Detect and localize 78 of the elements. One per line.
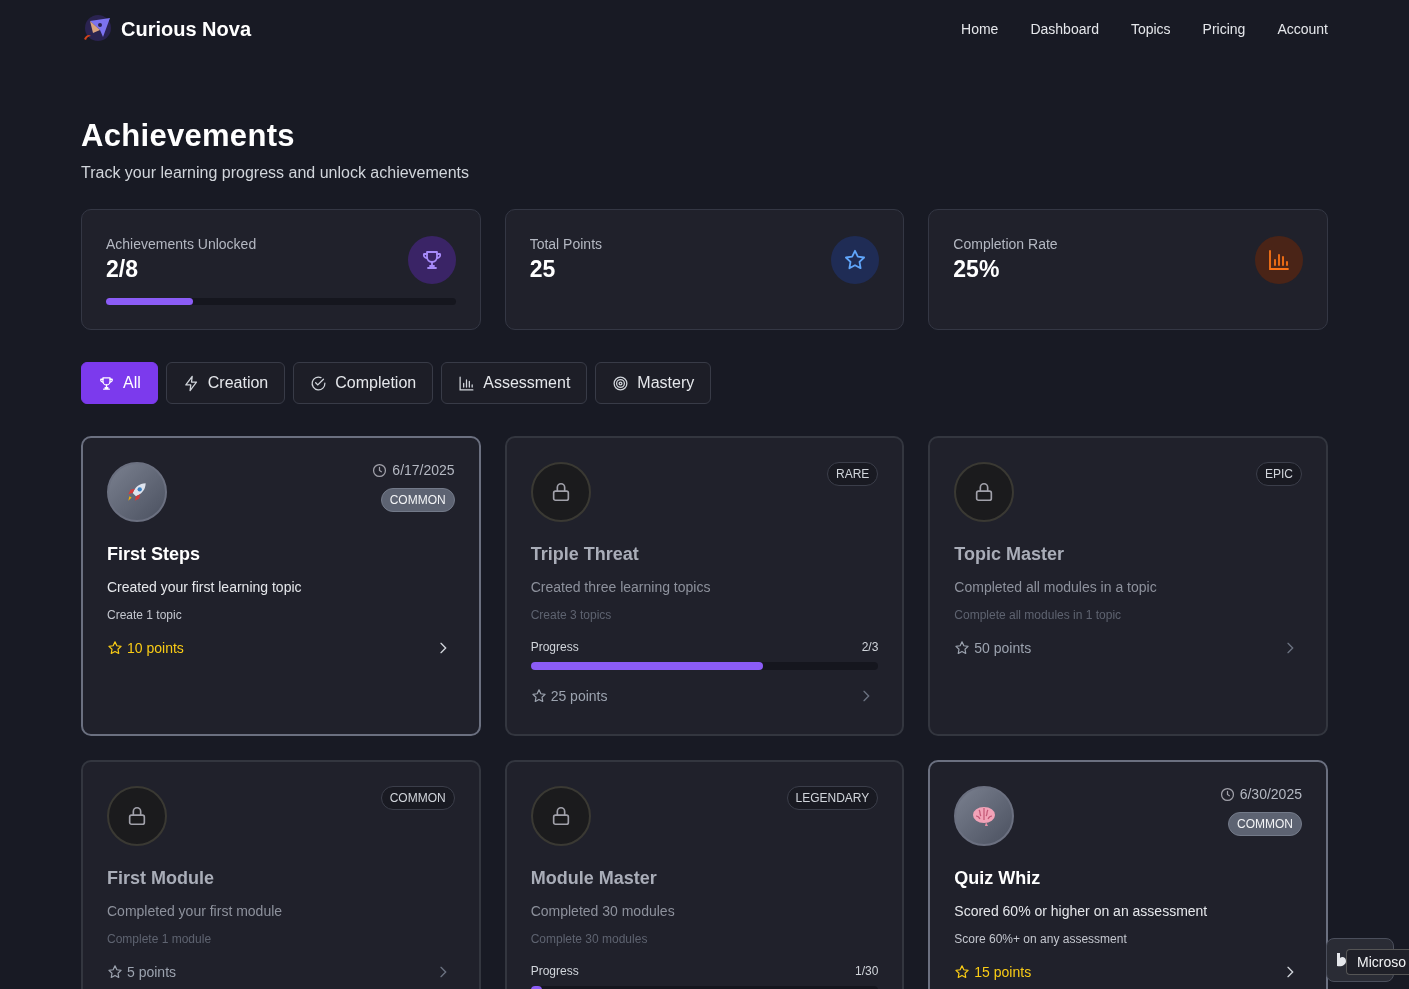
achievement-requirement: Complete 1 module: [107, 932, 213, 946]
achievement-requirement: Create 3 topics: [530, 608, 613, 622]
stat-value: 2/8: [106, 256, 139, 283]
achievement-description: Created your first learning topic: [107, 579, 303, 595]
logo-icon: [1335, 953, 1347, 967]
nav-link[interactable]: Topics: [1130, 21, 1171, 37]
filter-tab[interactable]: All: [81, 362, 158, 404]
achievement-title: First Module: [107, 868, 215, 889]
nav-link[interactable]: Pricing: [1202, 21, 1246, 37]
stat-value: 25: [529, 256, 557, 283]
nav-link[interactable]: Account: [1277, 21, 1328, 37]
achievement-description: Completed your first module: [107, 903, 284, 919]
bolt-icon: [182, 374, 200, 392]
achievement-card[interactable]: 6/30/2025 COMMON Quiz Whiz Scored 60% or higher on an assessment Score 60%+ on any assessment 15 points: [928, 760, 1328, 989]
achievement-title: First Steps: [107, 544, 202, 565]
check-icon: [310, 374, 328, 392]
rarity-badge: RARE: [827, 462, 879, 486]
lock-icon: [126, 805, 148, 827]
page-title: Achievements: [81, 118, 296, 154]
rarity-badge: EPIC: [1255, 462, 1302, 486]
filter-tab[interactable]: Completion: [293, 362, 434, 404]
target-icon: [612, 374, 630, 392]
trophy-icon: [98, 374, 115, 392]
achievement-title: Quiz Whiz: [954, 868, 1042, 889]
progress-reading: 2/3: [861, 640, 879, 654]
brain-icon: [971, 805, 998, 827]
achievement-description: Completed all modules in a topic: [954, 579, 1158, 595]
points-value: 15 points: [974, 964, 1032, 980]
achievement-requirement: Score 60%+ on any assessment: [954, 932, 1128, 946]
points-value: 5 points: [127, 964, 177, 980]
stat-label: Total Points: [529, 236, 603, 252]
tooltip: Microso: [1346, 949, 1409, 975]
unlock-date: 6/17/2025: [392, 462, 455, 478]
clock-icon: [372, 462, 388, 478]
star-icon: [843, 248, 868, 272]
achievement-card[interactable]: 6/17/2025 COMMON First Steps Created your first learning topic Create 1 topic 10 points: [81, 436, 481, 736]
achievement-card[interactable]: RARE Triple Threat Created three learning topics Create 3 topics Progress 2/3 25 points: [504, 436, 905, 736]
achievement-description: Created three learning topics: [530, 579, 712, 595]
chart-icon: [458, 374, 476, 392]
unlock-date: 6/30/2025: [1239, 786, 1302, 802]
filter-tab[interactable]: Creation: [165, 362, 286, 404]
clock-icon: [1219, 786, 1235, 802]
progress-label: Progress: [530, 640, 579, 654]
progress-label: Progress: [530, 964, 579, 978]
achievement-card[interactable]: EPIC Topic Master Completed all modules in a topic Complete all modules in 1 topic 50 points: [928, 436, 1328, 736]
star-icon: [107, 964, 123, 980]
achievement-title: Triple Threat: [530, 544, 640, 565]
star-icon: [954, 640, 971, 656]
points-value: 25 points: [550, 688, 608, 704]
points-value: 10 points: [127, 640, 184, 656]
achievement-requirement: Create 1 topic: [107, 608, 183, 622]
nav-link[interactable]: Home: [961, 21, 999, 37]
page-subtitle: Track your learning progress and unlock achievements: [81, 164, 471, 182]
stat-label: Achievements Unlocked: [106, 236, 257, 252]
achievement-title: Topic Master: [954, 544, 1065, 565]
filter-tab[interactable]: Mastery: [595, 362, 712, 404]
points-value: 50 points: [974, 640, 1032, 656]
achievement-description: Completed 30 modules: [530, 903, 676, 919]
rarity-badge: COMMON: [1228, 812, 1302, 836]
rarity-badge: COMMON: [380, 488, 455, 512]
achievement-card[interactable]: COMMON First Module Completed your first module Complete 1 module 5 points: [81, 760, 481, 989]
rarity-badge: LEGENDARY: [786, 786, 879, 810]
rarity-badge: COMMON: [380, 786, 455, 810]
stat-label: Completion Rate: [953, 236, 1058, 252]
filter-tab[interactable]: Assessment: [441, 362, 588, 404]
star-icon: [107, 640, 123, 656]
achievement-card[interactable]: LEGENDARY Module Master Completed 30 modules Complete 30 modules Progress 1/30: [504, 760, 905, 989]
chart-icon: [1267, 248, 1291, 272]
achievement-requirement: Complete 30 modules: [530, 932, 649, 946]
achievement-title: Module Master: [530, 868, 658, 889]
nav-link[interactable]: Dashboard: [1030, 21, 1099, 37]
achievement-description: Scored 60% or higher on an assessment: [954, 903, 1209, 919]
progress-reading: 1/30: [854, 964, 879, 978]
achievement-requirement: Complete all modules in 1 topic: [954, 608, 1123, 622]
brand-name[interactable]: Curious Nova: [121, 17, 252, 41]
star-icon: [954, 964, 971, 980]
stat-value: 25%: [953, 256, 1001, 283]
star-icon: [530, 688, 547, 704]
